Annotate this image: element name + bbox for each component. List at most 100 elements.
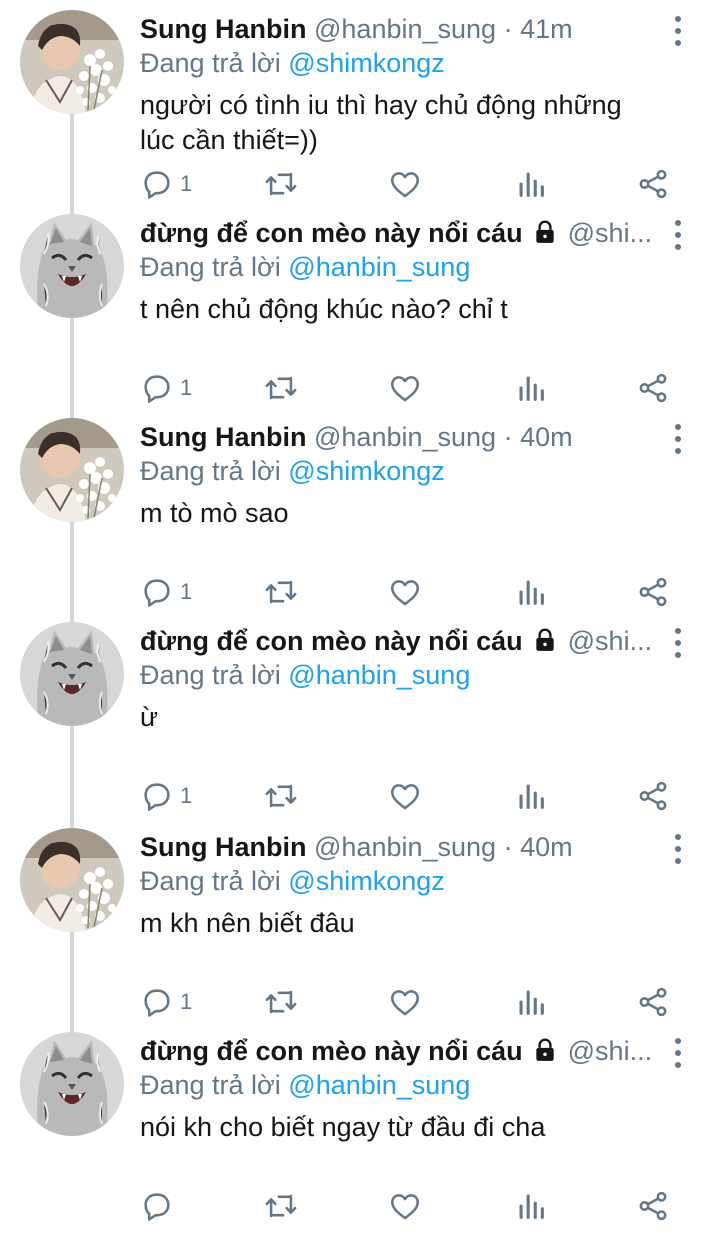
mention-link[interactable]: @hanbin_sung [288, 1070, 470, 1100]
replying-label: Đang trả lời [140, 866, 281, 896]
tweet[interactable]: đừng để con mèo này nổi cáu @shi... Đang … [0, 204, 720, 408]
display-name[interactable]: đừng để con mèo này nổi cáu [140, 218, 523, 248]
display-name[interactable]: Sung Hanbin [140, 832, 306, 862]
mention-link[interactable]: @shimkongz [288, 456, 444, 486]
avatar-person[interactable] [20, 828, 124, 932]
like-button[interactable] [388, 776, 422, 816]
reply-button[interactable]: 1 [140, 572, 192, 612]
user-handle[interactable]: @hanbin_sung [314, 832, 496, 862]
separator-dot: · [496, 832, 521, 862]
mention-link[interactable]: @hanbin_sung [288, 252, 470, 282]
reply-count: 1 [180, 989, 193, 1014]
reply-button[interactable]: 1 [140, 982, 192, 1022]
tweet[interactable]: Sung Hanbin @hanbin_sung · 40m Đang trả l… [0, 408, 720, 612]
display-name[interactable]: đừng để con mèo này nổi cáu [140, 1036, 523, 1066]
reply-count: 1 [180, 783, 193, 808]
more-options-icon[interactable] [668, 220, 688, 250]
like-button[interactable] [388, 368, 422, 408]
stats-button[interactable] [514, 982, 548, 1022]
retweet-button[interactable] [264, 164, 298, 204]
avatar-person[interactable] [20, 10, 124, 114]
stats-button[interactable] [514, 368, 548, 408]
reply-button[interactable]: 1 [140, 368, 192, 408]
user-handle[interactable]: @hanbin_sung [314, 14, 496, 44]
mention-link[interactable]: @shimkongz [288, 866, 444, 896]
tweet[interactable]: Sung Hanbin @hanbin_sung · 40m Đang trả l… [0, 818, 720, 1022]
retweet-button[interactable] [264, 776, 298, 816]
avatar-cat[interactable] [20, 1032, 124, 1136]
tweet[interactable]: đừng để con mèo này nổi cáu @shi... Đang … [0, 612, 720, 816]
tweet-header: Sung Hanbin @hanbin_sung · 40m [140, 830, 660, 864]
like-button[interactable] [388, 982, 422, 1022]
reply-icon [140, 371, 174, 405]
retweet-button[interactable] [264, 982, 298, 1022]
user-handle[interactable]: @hanbin_sung [314, 422, 496, 452]
avatar-cat[interactable] [20, 622, 124, 726]
tweet-text: nói kh cho biết ngay từ đầu đi cha [140, 1112, 546, 1142]
like-button[interactable] [388, 572, 422, 612]
stats-button[interactable] [514, 1186, 548, 1226]
stats-button[interactable] [514, 164, 548, 204]
like-icon [388, 575, 422, 609]
tweet[interactable]: Sung Hanbin @hanbin_sung · 41m Đang trả l… [0, 0, 720, 204]
share-button[interactable] [636, 776, 670, 816]
tweet-header: Sung Hanbin @hanbin_sung · 40m [140, 420, 660, 454]
more-options-icon[interactable] [668, 628, 688, 658]
avatar-person[interactable] [20, 418, 124, 522]
replying-to: Đang trả lời @hanbin_sung [140, 250, 660, 284]
retweet-button[interactable] [264, 572, 298, 612]
stats-icon [514, 371, 548, 405]
timestamp[interactable]: 40m [520, 422, 573, 452]
like-icon [388, 1189, 422, 1223]
share-button[interactable] [636, 164, 670, 204]
stats-icon [514, 779, 548, 813]
display-name[interactable]: đừng để con mèo này nổi cáu [140, 626, 523, 656]
share-icon [636, 779, 670, 813]
retweet-icon [264, 985, 298, 1019]
display-name[interactable]: Sung Hanbin [140, 422, 306, 452]
more-options-icon[interactable] [668, 424, 688, 454]
mention-link[interactable]: @hanbin_sung [288, 660, 470, 690]
user-handle[interactable]: @shi... [568, 626, 652, 656]
stats-button[interactable] [514, 572, 548, 612]
replying-to: Đang trả lời @shimkongz [140, 454, 660, 488]
share-button[interactable] [636, 572, 670, 612]
timestamp[interactable]: 40m [520, 832, 573, 862]
tweet-header: đừng để con mèo này nổi cáu @shi... [140, 216, 660, 250]
reply-button[interactable]: 1 [140, 776, 192, 816]
like-icon [388, 167, 422, 201]
user-handle[interactable]: @shi... [568, 218, 652, 248]
avatar-cat[interactable] [20, 214, 124, 318]
more-options-icon[interactable] [668, 834, 688, 864]
retweet-icon [264, 167, 298, 201]
like-button[interactable] [388, 164, 422, 204]
reply-icon [140, 1189, 174, 1223]
stats-button[interactable] [514, 776, 548, 816]
reply-button[interactable] [140, 1186, 174, 1226]
replying-label: Đang trả lời [140, 1070, 281, 1100]
retweet-icon [264, 1189, 298, 1223]
replying-label: Đang trả lời [140, 456, 281, 486]
share-button[interactable] [636, 982, 670, 1022]
retweet-button[interactable] [264, 1186, 298, 1226]
tweet-header: đừng để con mèo này nổi cáu @shi... [140, 624, 660, 658]
mention-link[interactable]: @shimkongz [288, 48, 444, 78]
replying-to: Đang trả lời @hanbin_sung [140, 1068, 660, 1102]
tweet-content: Sung Hanbin @hanbin_sung · 40m Đang trả l… [140, 420, 660, 531]
lock-icon [532, 219, 558, 250]
reply-count: 1 [180, 579, 193, 604]
tweet-text: t nên chủ động khúc nào? chỉ t [140, 294, 508, 324]
timestamp[interactable]: 41m [520, 14, 573, 44]
user-handle[interactable]: @shi... [568, 1036, 652, 1066]
share-button[interactable] [636, 368, 670, 408]
retweet-button[interactable] [264, 368, 298, 408]
more-options-icon[interactable] [668, 1038, 688, 1068]
more-options-icon[interactable] [668, 16, 688, 46]
reply-button[interactable]: 1 [140, 164, 192, 204]
display-name[interactable]: Sung Hanbin [140, 14, 306, 44]
share-button[interactable] [636, 1186, 670, 1226]
tweet-text: ừ [140, 702, 159, 732]
tweet[interactable]: đừng để con mèo này nổi cáu @shi... Đang … [0, 1022, 720, 1226]
tweet-actions [140, 1186, 680, 1226]
like-button[interactable] [388, 1186, 422, 1226]
